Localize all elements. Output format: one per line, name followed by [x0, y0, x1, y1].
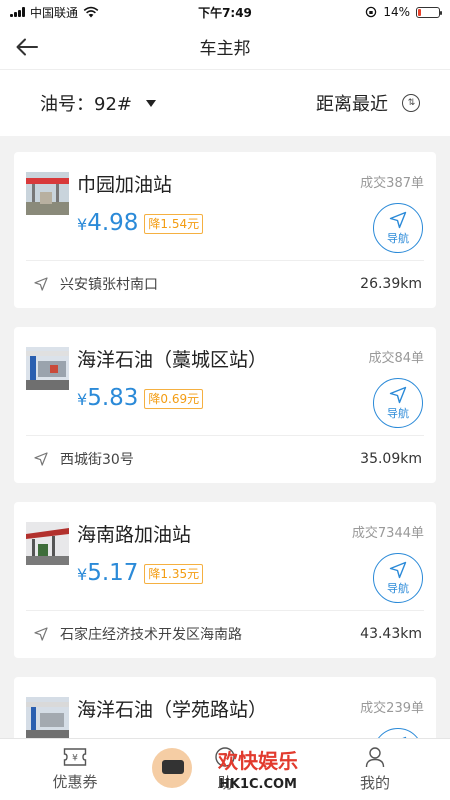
- station-thumbnail: [26, 522, 69, 565]
- navigate-button[interactable]: 导航: [373, 203, 423, 253]
- tab-bar: ¥ 优惠券 ? 助 我的: [0, 738, 450, 800]
- station-address: 石家庄经济技术开发区海南路: [60, 626, 242, 643]
- station-thumbnail: [26, 172, 69, 215]
- fuel-type-dropdown[interactable]: 油号：92#: [40, 90, 156, 116]
- fuel-type-label: 油号：92#: [40, 94, 132, 115]
- navigation-arrow-icon: [389, 561, 407, 578]
- orientation-lock-icon: [366, 6, 377, 18]
- battery-percent: 14%: [383, 5, 410, 19]
- sort-toggle-icon: ⇅: [402, 94, 420, 112]
- help-icon: ?: [215, 747, 235, 767]
- carrier-label: 中国联通: [30, 5, 79, 20]
- wifi-icon: [83, 6, 99, 18]
- battery-level: [418, 8, 421, 16]
- station-thumbnail: [26, 347, 69, 390]
- station-distance: 35.09km: [360, 450, 422, 467]
- deal-count: 成交7344单: [351, 526, 424, 541]
- back-button[interactable]: [12, 32, 42, 62]
- navigation-arrow-icon: [389, 211, 407, 228]
- discount-badge: 降1.54元: [144, 214, 204, 234]
- navigate-button[interactable]: 导航: [373, 553, 423, 603]
- sort-selector[interactable]: 距离最近 ⇅: [316, 90, 420, 116]
- svg-text:¥: ¥: [72, 754, 78, 764]
- coupon-icon: ¥: [63, 748, 87, 766]
- tab-coupons[interactable]: ¥ 优惠券: [0, 739, 150, 800]
- deal-count: 成交84单: [368, 351, 424, 366]
- station-distance: 26.39km: [360, 275, 422, 292]
- discount-badge: 降0.69元: [144, 389, 204, 409]
- station-list: 巾园加油站 ¥4.98 降1.54元 成交387单 导航 兴安镇张村南口 26.…: [0, 136, 450, 800]
- navigate-label: 导航: [387, 231, 409, 245]
- location-arrow-icon: [34, 276, 48, 291]
- price: ¥5.17: [77, 560, 139, 586]
- user-icon: [365, 747, 385, 768]
- sort-label: 距离最近: [316, 94, 388, 115]
- location-arrow-icon: [34, 626, 48, 641]
- price: ¥4.98: [77, 210, 139, 236]
- deal-count: 成交239单: [360, 701, 424, 716]
- battery-icon: [416, 6, 442, 18]
- station-address: 兴安镇张村南口: [60, 276, 158, 293]
- station-card[interactable]: 海洋石油（藁城区站） ¥5.83 降0.69元 成交84单 导航 西城街30号 …: [14, 327, 436, 483]
- station-thumbnail: [26, 697, 69, 740]
- station-distance: 43.43km: [360, 625, 422, 642]
- tab-label: 优惠券: [52, 773, 98, 791]
- navigation-arrow-icon: [389, 386, 407, 403]
- signal-icon: [10, 7, 25, 17]
- station-address: 西城街30号: [60, 451, 134, 468]
- tab-label: 我的: [359, 774, 390, 792]
- tab-label: 助: [217, 774, 233, 792]
- navigate-button[interactable]: 导航: [373, 378, 423, 428]
- header: 车主邦: [0, 24, 450, 70]
- status-left: 中国联通: [10, 4, 99, 21]
- station-card[interactable]: 巾园加油站 ¥4.98 降1.54元 成交387单 导航 兴安镇张村南口 26.…: [14, 152, 436, 308]
- page-title: 车主邦: [199, 39, 251, 59]
- tab-help[interactable]: ? 助: [150, 739, 300, 800]
- status-right: 14%: [365, 5, 442, 19]
- price: ¥5.83: [77, 385, 139, 411]
- deal-count: 成交387单: [360, 176, 424, 191]
- discount-badge: 降1.35元: [144, 564, 204, 584]
- svg-text:?: ?: [222, 751, 228, 764]
- tab-profile[interactable]: 我的: [300, 739, 450, 800]
- navigate-label: 导航: [387, 581, 409, 595]
- filter-bar: 油号：92# 距离最近 ⇅: [0, 70, 450, 136]
- station-card[interactable]: 海南路加油站 ¥5.17 降1.35元 成交7344单 导航 石家庄经济技术开发…: [14, 502, 436, 658]
- navigate-label: 导航: [387, 406, 409, 420]
- caret-down-icon: [146, 99, 156, 107]
- arrow-left-icon: [16, 38, 38, 56]
- location-arrow-icon: [34, 451, 48, 466]
- status-bar: 中国联通 下午7:49 14%: [0, 0, 450, 24]
